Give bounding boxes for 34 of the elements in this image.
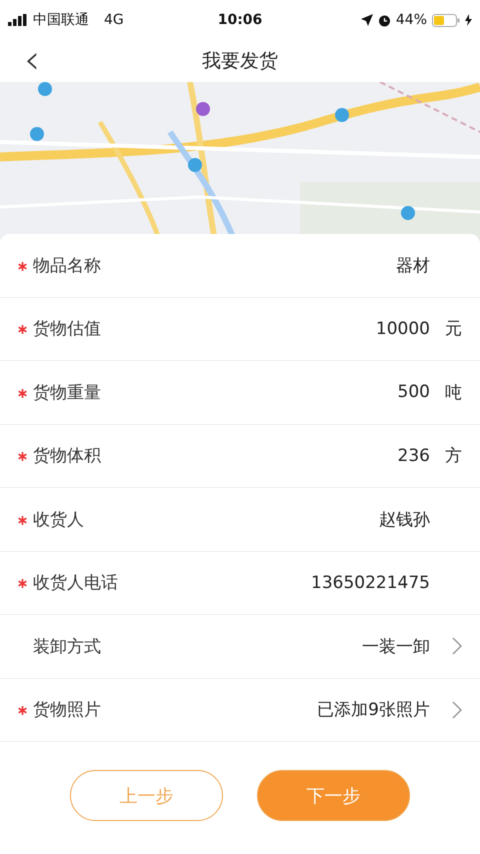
field-value: 一装一卸 [362, 636, 430, 658]
signal-icon [8, 14, 28, 26]
field-value: 器材 [396, 254, 430, 277]
field-value: 236 [398, 446, 430, 466]
chevron-right-icon [452, 700, 462, 719]
unit-label: 元 [445, 318, 462, 340]
field-value: 500 [398, 382, 430, 402]
location-arrow-icon [360, 14, 373, 26]
unit-label: 吨 [445, 382, 462, 404]
unit-label: 方 [445, 445, 462, 468]
field-label: 货物体积 [33, 445, 101, 468]
network-type: 4G [104, 12, 124, 28]
carrier-name: 中国联通 [33, 11, 89, 29]
clock-time: 10:06 [218, 12, 262, 28]
charging-icon [465, 14, 472, 26]
field-value: 已添加9张照片 [317, 699, 430, 722]
battery-percent: 44% [396, 12, 428, 28]
field-label: 收货人 [33, 508, 84, 531]
form-row[interactable]: 装卸方式 一装一卸 [0, 615, 480, 678]
field-label: 收货人电话 [33, 572, 118, 594]
field-label: 货物重量 [33, 382, 101, 404]
field-value: 10000 [376, 318, 430, 339]
field-value: 赵钱孙 [379, 508, 430, 531]
alarm-icon [378, 14, 391, 26]
chevron-right-icon [452, 637, 462, 656]
form-row[interactable]: 货物照片 已添加9张照片 [0, 678, 480, 742]
field-label: 货物估值 [33, 318, 101, 340]
field-label: 装卸方式 [33, 636, 101, 658]
battery-icon [432, 14, 460, 26]
field-value: 13650221475 [311, 572, 430, 593]
page-title: 我要发货 [202, 49, 278, 74]
field-label: 货物照片 [33, 699, 101, 722]
field-label: 物品名称 [33, 254, 101, 277]
back-button[interactable]: ‹ [18, 42, 46, 78]
